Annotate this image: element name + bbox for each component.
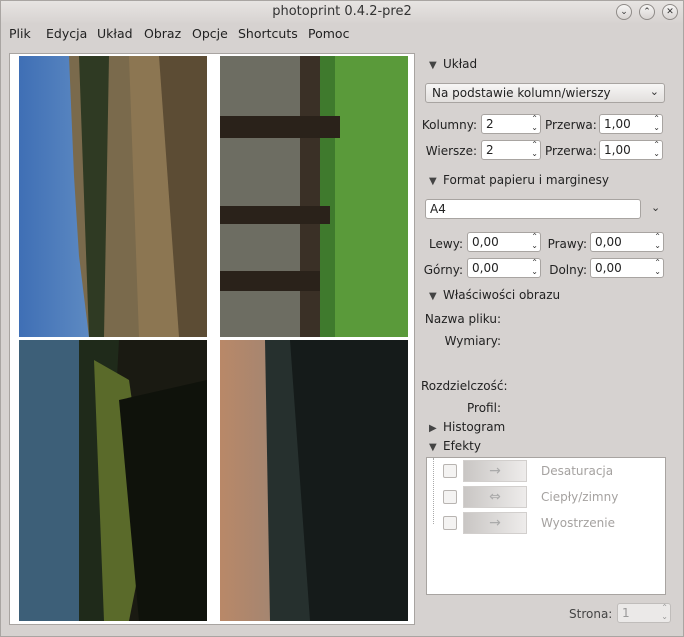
spin-arrows-icon[interactable]: ⌃ ⌄ [653, 140, 660, 158]
rows-spinbox[interactable]: 2 ⌃ ⌄ [481, 140, 541, 160]
spin-arrows-icon[interactable]: ⌃ ⌄ [661, 603, 668, 621]
spin-arrows-icon[interactable]: ⌃ ⌄ [654, 232, 661, 250]
menu-edycja[interactable]: Edycja [46, 26, 87, 41]
menu-shortcuts[interactable]: Shortcuts [238, 26, 298, 41]
effect-warm-cool[interactable]: ⇔ Ciepły/zimny [427, 486, 667, 508]
margin-bottom-label: Dolny: [549, 263, 587, 277]
margin-bottom-spinbox[interactable]: 0,00 ⌃ ⌄ [590, 258, 664, 278]
margin-right-spinbox[interactable]: 0,00 ⌃ ⌄ [590, 232, 664, 252]
margin-top-label: Górny: [423, 263, 463, 277]
photo-3[interactable] [19, 340, 207, 621]
spin-arrows-icon[interactable]: ⌃ ⌄ [654, 258, 661, 276]
paper-format-field[interactable]: A4 [425, 199, 641, 219]
columns-spinbox[interactable]: 2 ⌃ ⌄ [481, 114, 541, 134]
menu-pomoc[interactable]: Pomoc [308, 26, 349, 41]
chevron-down-icon: ▼ [429, 60, 437, 71]
section-histogram-header[interactable]: ▶ Histogram [429, 420, 505, 434]
section-image-header[interactable]: ▼ Właściwości obrazu [429, 288, 560, 302]
spin-arrows-icon[interactable]: ⌃ ⌄ [653, 114, 660, 132]
chevron-down-icon: ▼ [429, 291, 437, 302]
effects-list[interactable]: → Desaturacja ⇔ Ciepły/zimny → Wyostrzen… [426, 457, 666, 595]
column-gap-spinbox[interactable]: 1,00 ⌃ ⌄ [599, 114, 663, 134]
menu-plik[interactable]: Plik [9, 26, 31, 41]
chevron-down-icon: ⌄ [649, 85, 659, 98]
row-gap-label: Przerwa: [545, 144, 597, 158]
arrow-right-icon: → [463, 460, 527, 482]
app-window: photoprint 0.4.2-pre2 ⌄ ⌃ ✕ Plik Edycja … [0, 0, 684, 637]
titlebar: photoprint 0.4.2-pre2 ⌄ ⌃ ✕ [1, 1, 683, 23]
margin-left-spinbox[interactable]: 0,00 ⌃ ⌄ [467, 232, 541, 252]
photo-4[interactable] [220, 340, 408, 621]
effect-checkbox[interactable] [443, 464, 457, 478]
filename-label: Nazwa pliku: [424, 312, 501, 326]
margin-right-label: Prawy: [547, 237, 587, 251]
page-label: Strona: [569, 607, 613, 621]
spin-arrows-icon[interactable]: ⌃ ⌄ [531, 258, 538, 276]
dimensions-label: Wymiary: [444, 334, 501, 348]
menu-opcje[interactable]: Opcje [192, 26, 228, 41]
chevron-down-icon[interactable]: ⌄ [651, 201, 660, 214]
photo-1[interactable] [19, 56, 207, 337]
minimize-button[interactable]: ⌄ [616, 4, 632, 20]
window-title: photoprint 0.4.2-pre2 [272, 4, 412, 19]
menubar: Plik Edycja Układ Obraz Opcje Shortcuts … [1, 23, 683, 45]
margin-top-spinbox[interactable]: 0,00 ⌃ ⌄ [467, 258, 541, 278]
chevron-right-icon: ▶ [429, 423, 437, 434]
photo-2[interactable] [220, 56, 408, 337]
section-effects-header[interactable]: ▼ Efekty [429, 439, 481, 453]
chevron-down-icon: ▼ [429, 176, 437, 187]
spin-arrows-icon[interactable]: ⌃ ⌄ [531, 114, 538, 132]
column-gap-label: Przerwa: [545, 118, 597, 132]
effect-sharpen[interactable]: → Wyostrzenie [427, 512, 667, 534]
chevron-down-icon: ▼ [429, 442, 437, 453]
margin-left-label: Lewy: [429, 237, 463, 251]
section-paper-header[interactable]: ▼ Format papieru i marginesy [429, 173, 609, 187]
close-button[interactable]: ✕ [662, 4, 678, 20]
effect-checkbox[interactable] [443, 516, 457, 530]
spin-arrows-icon[interactable]: ⌃ ⌄ [531, 232, 538, 250]
layout-mode-select[interactable]: Na podstawie kolumn/wierszy ⌄ [425, 83, 665, 103]
arrow-right-icon: → [463, 512, 527, 534]
effect-desaturation[interactable]: → Desaturacja [427, 460, 667, 482]
page-spinbox[interactable]: 1 ⌃ ⌄ [617, 603, 671, 623]
resolution-label: Rozdzielczość: [421, 379, 508, 393]
profile-label: Profil: [467, 401, 501, 415]
double-arrow-icon: ⇔ [463, 486, 527, 508]
spin-arrows-icon[interactable]: ⌃ ⌄ [531, 140, 538, 158]
columns-label: Kolumny: [421, 118, 477, 132]
effect-checkbox[interactable] [443, 490, 457, 504]
menu-uklad[interactable]: Układ [97, 26, 133, 41]
print-preview[interactable] [9, 53, 415, 625]
section-layout-header[interactable]: ▼ Układ [429, 57, 477, 71]
maximize-button[interactable]: ⌃ [639, 4, 655, 20]
rows-label: Wiersze: [425, 144, 477, 158]
menu-obraz[interactable]: Obraz [144, 26, 181, 41]
row-gap-spinbox[interactable]: 1,00 ⌃ ⌄ [599, 140, 663, 160]
